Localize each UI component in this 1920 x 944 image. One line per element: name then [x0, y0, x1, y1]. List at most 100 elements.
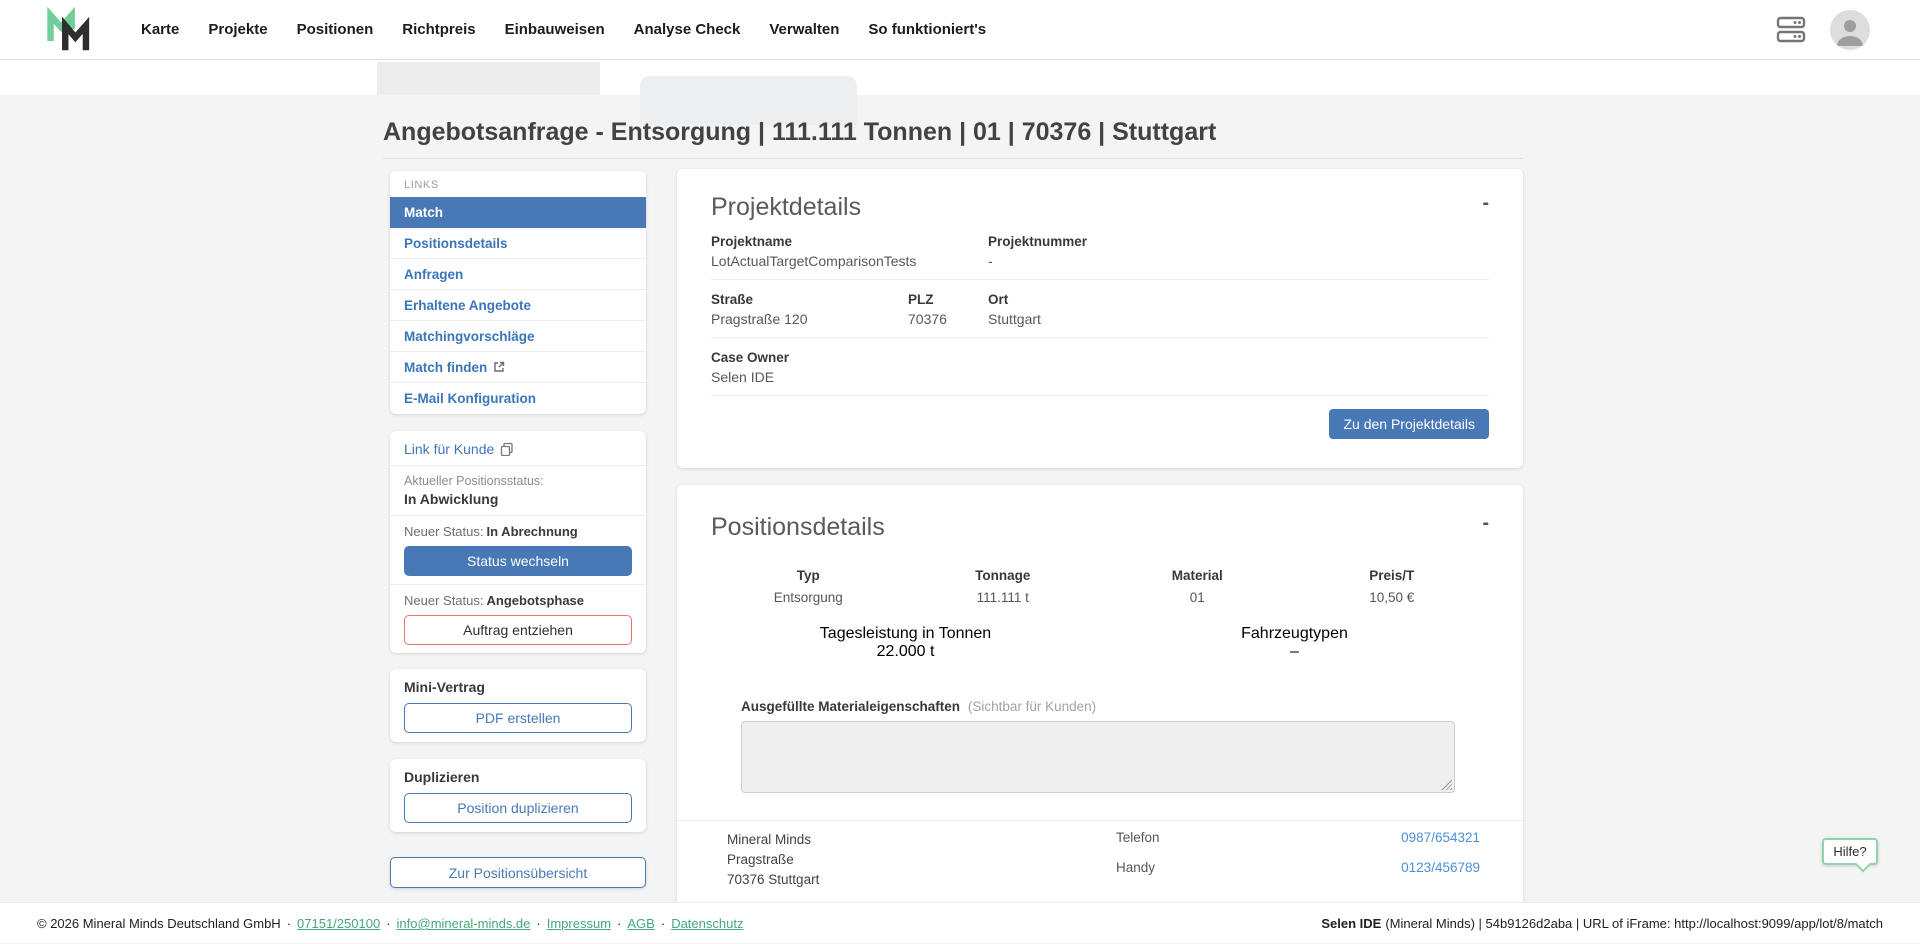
field-value: -: [988, 253, 1489, 269]
field-label: PLZ: [908, 292, 988, 307]
header-right-icons: [1776, 10, 1870, 50]
sidebar-item-label: Matchingvorschläge: [404, 329, 535, 344]
mobile-label: Handy: [1116, 860, 1155, 875]
footer-datenschutz-link[interactable]: Datenschutz: [671, 916, 743, 931]
project-row: Projektname LotActualTargetComparisonTes…: [711, 222, 1489, 280]
nav-item-einbauweisen[interactable]: Einbauweisen: [505, 21, 605, 38]
nav-item-projekte[interactable]: Projekte: [208, 21, 267, 38]
customer-link[interactable]: Link für Kunde: [404, 441, 632, 457]
field-value: Selen IDE: [711, 369, 1489, 385]
divider: [390, 515, 646, 516]
sidebar-item-match[interactable]: Match: [390, 197, 646, 228]
footer-email-link[interactable]: info@mineral-minds.de: [397, 916, 531, 931]
collapse-icon[interactable]: -: [1482, 193, 1489, 213]
sidebar-item-label: Anfragen: [404, 267, 463, 282]
mineral-minds-logo[interactable]: [45, 7, 91, 53]
field-value: Entsorgung: [711, 590, 906, 605]
position-duplizieren-button[interactable]: Position duplizieren: [404, 793, 632, 823]
links-card-header: LINKS: [390, 171, 646, 197]
position-summary-row: Typ Entsorgung Tonnage 111.111 t Materia…: [711, 568, 1489, 605]
current-status-value: In Abwicklung: [404, 491, 632, 507]
separator: ·: [386, 916, 390, 931]
field-value: Pragstraße 120: [711, 311, 908, 327]
hilfe-button[interactable]: Hilfe?: [1822, 838, 1878, 865]
field-label: Ort: [988, 292, 1489, 307]
contact-address: Mineral Minds Pragstraße 70376 Stuttgart: [727, 830, 819, 890]
sidebar-item-label: E-Mail Konfiguration: [404, 391, 536, 406]
contact-city: 70376 Stuttgart: [727, 870, 819, 890]
collapse-icon[interactable]: -: [1482, 513, 1489, 533]
field-value: 111.111 t: [906, 590, 1101, 605]
divider: [390, 584, 646, 585]
duplizieren-title: Duplizieren: [404, 769, 632, 785]
footer-session-info: Selen IDE (Mineral Minds) | 54b9126d2aba…: [1321, 903, 1883, 944]
zur-positionsuebersicht-button[interactable]: Zur Positionsübersicht: [390, 857, 646, 888]
phone-link[interactable]: 0987/654321: [1401, 830, 1480, 845]
sidebar-item-match-finden[interactable]: Match finden: [390, 352, 646, 383]
pdf-erstellen-button[interactable]: PDF erstellen: [404, 703, 632, 733]
field-value: LotActualTargetComparisonTests: [711, 253, 988, 269]
sidebar-item-erhaltene-angebote[interactable]: Erhaltene Angebote: [390, 290, 646, 321]
server-icon[interactable]: [1776, 16, 1806, 44]
next-status-value: In Abrechnung: [487, 524, 578, 539]
avatar-icon[interactable]: [1830, 10, 1870, 50]
logo-icon: [45, 7, 91, 53]
sidebar-item-label: Match: [404, 205, 443, 220]
field-value: –: [1100, 643, 1489, 661]
contact-name: Mineral Minds: [727, 830, 819, 850]
nav-item-positionen[interactable]: Positionen: [297, 21, 374, 38]
nav-item-analyse-check[interactable]: Analyse Check: [634, 21, 741, 38]
positionsdetails-title: Positionsdetails: [711, 513, 885, 542]
nav-item-so-funktionierts[interactable]: So funktioniert's: [868, 21, 986, 38]
copy-icon: [500, 442, 514, 456]
nav-item-karte[interactable]: Karte: [141, 21, 179, 38]
duplizieren-card: Duplizieren Position duplizieren: [390, 759, 646, 832]
positionsdetails-card: Positionsdetails - Typ Entsorgung Tonnag…: [677, 485, 1523, 902]
sidebar-item-label: Positionsdetails: [404, 236, 508, 251]
position-secondary-row: Tagesleistung in Tonnen 22.000 t Fahrzeu…: [711, 625, 1489, 661]
main-nav: Karte Projekte Positionen Richtpreis Ein…: [141, 21, 986, 38]
status-card: Link für Kunde Aktueller Positionsstatus…: [390, 431, 646, 653]
project-row: Straße Pragstraße 120 PLZ 70376 Ort Stut…: [711, 280, 1489, 338]
footer-agb-link[interactable]: AGB: [627, 916, 654, 931]
sidebar-item-email-konfiguration[interactable]: E-Mail Konfiguration: [390, 383, 646, 414]
customer-link-label: Link für Kunde: [404, 441, 494, 457]
auftrag-entziehen-button[interactable]: Auftrag entziehen: [404, 615, 632, 645]
mobile-link[interactable]: 0123/456789: [1401, 860, 1480, 875]
field-label: Typ: [711, 568, 906, 583]
nav-item-richtpreis[interactable]: Richtpreis: [402, 21, 475, 38]
current-status-label: Aktueller Positionsstatus:: [404, 474, 632, 488]
sidebar: LINKS Match Positionsdetails Anfragen Er…: [390, 0, 646, 943]
session-details: (Mineral Minds) | 54b9126d2aba | URL of …: [1385, 916, 1883, 931]
material-properties-textarea[interactable]: [741, 721, 1455, 793]
footer-left: © 2026 Mineral Minds Deutschland GmbH · …: [37, 903, 743, 944]
field-label: Straße: [711, 292, 908, 307]
status-wechseln-button[interactable]: Status wechseln: [404, 546, 632, 576]
nav-item-verwalten[interactable]: Verwalten: [769, 21, 839, 38]
links-card: LINKS Match Positionsdetails Anfragen Er…: [390, 171, 646, 414]
sidebar-item-anfragen[interactable]: Anfragen: [390, 259, 646, 290]
separator: ·: [536, 916, 540, 931]
external-link-icon: [493, 361, 505, 373]
sidebar-item-matchingvorschlaege[interactable]: Matchingvorschläge: [390, 321, 646, 352]
field-value: 01: [1100, 590, 1295, 605]
field-value: 70376: [908, 311, 988, 327]
app-header: Karte Projekte Positionen Richtpreis Ein…: [0, 0, 1920, 60]
footer-phone-link[interactable]: 07151/250100: [297, 916, 380, 931]
separator: ·: [617, 916, 621, 931]
field-label: Tagesleistung in Tonnen: [711, 625, 1100, 643]
field-label: Tonnage: [906, 568, 1101, 583]
separator: ·: [287, 916, 291, 931]
zu-den-projektdetails-button[interactable]: Zu den Projektdetails: [1329, 409, 1489, 439]
copyright-text: © 2026 Mineral Minds Deutschland GmbH: [37, 916, 281, 931]
mini-vertrag-title: Mini-Vertrag: [404, 679, 632, 695]
sidebar-item-positionsdetails[interactable]: Positionsdetails: [390, 228, 646, 259]
field-label: Projektname: [711, 234, 988, 249]
contact-block: Mineral Minds Pragstraße 70376 Stuttgart…: [711, 821, 1489, 902]
mini-vertrag-card: Mini-Vertrag PDF erstellen: [390, 669, 646, 742]
field-label: Case Owner: [711, 350, 1489, 365]
revoke-status-label: Neuer Status:: [404, 593, 484, 608]
next-status-row: Neuer Status:In Abrechnung: [404, 524, 632, 539]
field-value: 22.000 t: [711, 643, 1100, 661]
footer-impressum-link[interactable]: Impressum: [547, 916, 611, 931]
